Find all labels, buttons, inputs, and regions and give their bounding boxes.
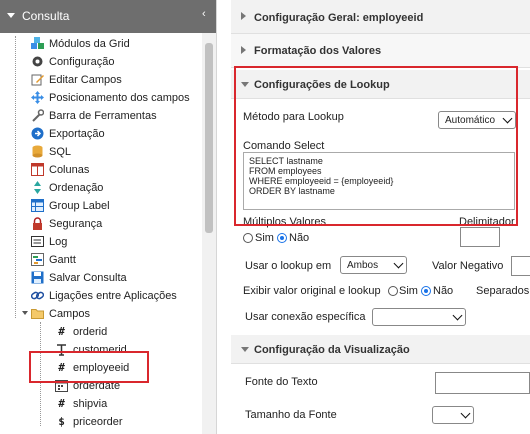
font-label: Fonte do Texto (245, 376, 318, 388)
show-original-yes-label: Sim (399, 285, 418, 297)
employeeid-highlight (29, 351, 149, 383)
link-icon (30, 289, 45, 302)
multiple-no-label: Não (289, 232, 310, 244)
sort-icon (31, 181, 44, 194)
tree-panel: Consulta ‹ Módulos da Grid Configuração … (0, 0, 217, 434)
font-input[interactable] (435, 372, 530, 394)
negative-value-input[interactable] (511, 256, 530, 276)
lock-icon (31, 217, 44, 230)
multiple-yes-radio[interactable] (243, 233, 253, 243)
log-icon (31, 235, 44, 248)
hash-icon: # (58, 397, 65, 410)
multiple-no-radio[interactable] (277, 233, 287, 243)
grid-modules-icon (31, 37, 44, 50)
font-size-label: Tamanho da Fonte (245, 409, 337, 421)
gantt-icon (31, 253, 44, 266)
tree-header[interactable]: Consulta ‹ (0, 0, 216, 33)
show-original-no-label: Não (433, 285, 454, 297)
table-icon (31, 199, 44, 212)
toolbar-icon (31, 109, 45, 122)
columns-icon (31, 163, 44, 176)
font-size-select[interactable] (432, 406, 474, 424)
show-original-yes-radio[interactable] (388, 286, 398, 296)
export-icon (31, 127, 44, 140)
lookup-highlight (234, 66, 518, 226)
edit-icon (31, 73, 44, 86)
collapse-triangle-icon[interactable] (7, 13, 15, 18)
chevron-down-icon (460, 408, 471, 419)
use-lookup-label: Usar o lookup em (245, 260, 332, 272)
specific-connection-select[interactable] (372, 308, 466, 326)
database-icon (31, 145, 44, 158)
general-config-header[interactable]: Configuração Geral: employeeid (231, 0, 530, 34)
chevron-left-icon[interactable]: ‹ (202, 8, 206, 20)
move-icon (31, 91, 44, 104)
tree-scrollbar[interactable] (202, 33, 216, 434)
show-original-label: Exibir valor original e lookup (243, 285, 381, 297)
expand-arrow-icon[interactable] (241, 46, 246, 54)
gear-icon (31, 55, 44, 68)
delimiter-input[interactable] (460, 227, 500, 247)
tree-scrollbar-thumb[interactable] (205, 43, 213, 233)
chevron-down-icon (393, 258, 404, 269)
dollar-icon: $ (58, 415, 65, 428)
negative-value-label: Valor Negativo (432, 260, 504, 272)
format-values-header[interactable]: Formatação dos Valores (231, 34, 530, 68)
separators-label: Separados (476, 285, 530, 297)
expand-arrow-icon[interactable] (22, 311, 28, 315)
hash-icon: # (58, 325, 65, 338)
folder-icon (31, 307, 44, 320)
chevron-down-icon (452, 310, 463, 321)
collapse-arrow-icon[interactable] (241, 347, 249, 352)
multiple-yes-label: Sim (255, 232, 274, 244)
tree-title: Consulta (22, 9, 70, 23)
specific-connection-label: Usar conexão específica (245, 311, 366, 323)
expand-arrow-icon[interactable] (241, 12, 246, 20)
show-original-no-radio[interactable] (421, 286, 431, 296)
properties-panel: Configuração Geral: employeeid Formataçã… (231, 0, 530, 434)
view-config-header[interactable]: Configuração da Visualização (231, 335, 530, 364)
use-lookup-select[interactable]: Ambos (340, 256, 407, 274)
save-icon (31, 271, 44, 284)
